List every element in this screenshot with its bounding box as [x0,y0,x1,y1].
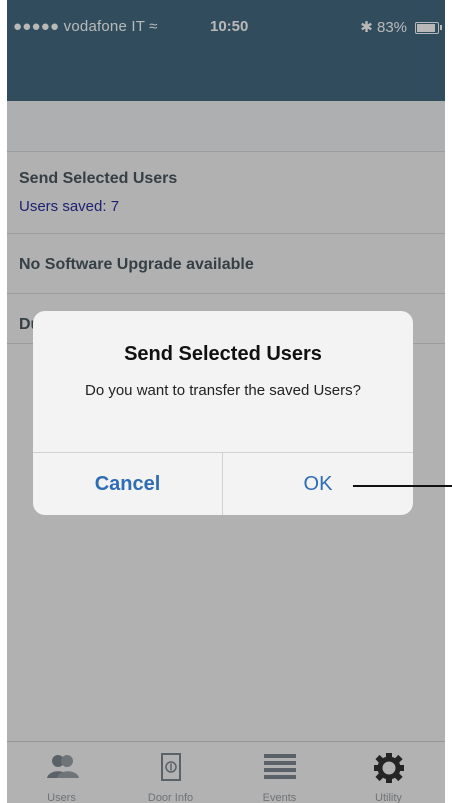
phone-frame: ●●●●● vodafone IT ≈ 10:50 ✱ 83% Send Sel… [0,0,452,803]
dialog-button-bar: Cancel OK [33,452,413,515]
pointer-line [353,485,452,487]
dialog-message: Do you want to transfer the saved Users? [85,382,361,399]
cancel-button[interactable]: Cancel [33,453,223,515]
dialog-title: Send Selected Users [124,343,322,365]
ok-button[interactable]: OK [223,453,413,515]
